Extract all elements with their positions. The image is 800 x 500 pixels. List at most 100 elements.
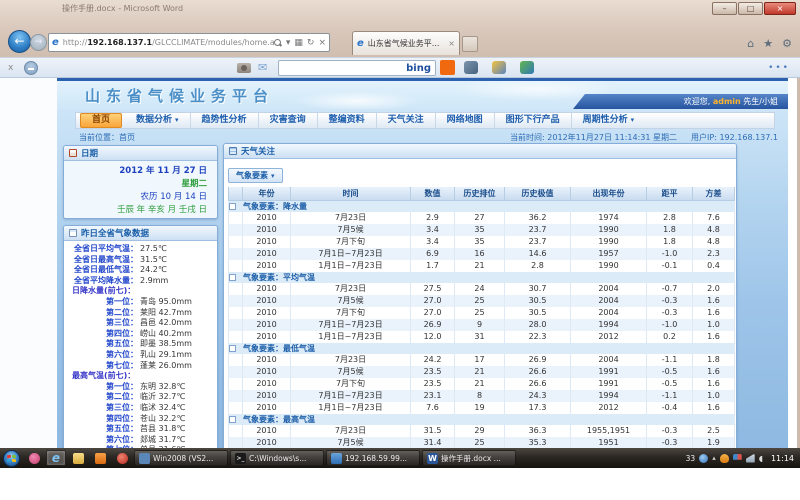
bing-search-box[interactable]: bing [278, 60, 436, 76]
table-cell: -1.0 [647, 248, 693, 260]
search-icon[interactable] [274, 39, 282, 47]
gregorian-date: 2012 年 11 月 27 日 [64, 165, 207, 178]
taskbar-window-word[interactable]: W操作手册.docx ... [422, 450, 516, 466]
new-tab-button[interactable] [462, 36, 478, 52]
taskbar-clock[interactable]: 11:14 [767, 454, 800, 463]
table-row[interactable]: 20101月1日~7月23日1.7212.81990-0.10.4 [229, 260, 735, 272]
table-cell: -0.5 [647, 378, 693, 390]
table-row[interactable]: 20107月23日2.92736.219742.87.6 [229, 212, 735, 224]
table-row[interactable]: 20107月下旬27.02530.52004-0.31.6 [229, 307, 735, 319]
table-cell: 12.0 [411, 331, 455, 343]
stat-label: 全省平均降水量： [64, 276, 138, 287]
table-row[interactable]: 20107月23日27.52430.72004-0.72.0 [229, 283, 735, 295]
checkbox[interactable] [229, 274, 236, 281]
toolbar-highlight-icon[interactable] [492, 61, 506, 74]
stat-value: 31.5℃ [138, 255, 167, 264]
table-cell: 24.2 [411, 354, 455, 366]
taskbar-window-cmd[interactable]: >_C:\Windows\s... [230, 450, 324, 466]
tray-lbl-icon[interactable]: 33 [686, 454, 696, 463]
bing-button[interactable] [440, 60, 455, 75]
search-dropdown-icon[interactable]: ▾ [286, 38, 291, 48]
tray-orange-icon[interactable] [720, 454, 729, 463]
mail-icon[interactable]: ✉ [258, 61, 267, 74]
checkbox[interactable] [229, 416, 236, 423]
table-row[interactable]: 20107月23日31.52936.31955,1951-0.32.5 [229, 425, 735, 437]
nav-item-data-analysis[interactable]: 数据分析▾ [125, 113, 190, 128]
stop-icon[interactable]: × [318, 38, 326, 48]
stat-value: 昌邑 42.0mm [138, 318, 192, 327]
app-orange-icon [95, 453, 106, 464]
checkbox[interactable] [229, 203, 236, 210]
blocked-content-icon[interactable] [24, 61, 38, 75]
toolbar-capture-icon[interactable] [464, 61, 478, 74]
tray-caret-icon[interactable]: ▴ [712, 454, 716, 462]
element-filter-button[interactable]: 气象要素 ▾ [228, 168, 283, 183]
home-icon[interactable]: ⌂ [747, 37, 754, 50]
camera-icon[interactable] [237, 63, 251, 73]
table-row[interactable]: 20107月5候23.52126.61991-0.51.6 [229, 366, 735, 378]
table-group-row: 气象要素：最高气温 [229, 414, 735, 425]
table-group-check-cell [229, 414, 243, 425]
taskbar-icon-app-pink[interactable] [24, 450, 44, 466]
taskbar-icon-media-red[interactable] [112, 450, 132, 466]
table-cell [229, 437, 243, 449]
minimize-button[interactable]: – [712, 2, 737, 15]
table-cell: -0.3 [647, 307, 693, 319]
table-row[interactable]: 20107月5候3.43523.719901.84.8 [229, 224, 735, 236]
tab-close-icon[interactable]: × [448, 39, 455, 48]
table-group-check-cell [229, 272, 243, 283]
nav-item-periodic-analysis[interactable]: 周期性分析▾ [571, 113, 646, 128]
table-cell: 1991 [571, 378, 647, 390]
back-button[interactable]: ← [8, 30, 31, 53]
tray-volume-icon[interactable]: ◖ [759, 454, 763, 463]
table-row[interactable]: 20107月下旬23.52126.61991-0.51.6 [229, 378, 735, 390]
address-bar[interactable]: e http://192.168.137.1/GLCCLIMATE/module… [48, 33, 330, 52]
tray-blue-ball-icon[interactable] [699, 454, 708, 463]
nav-item-trend-analysis[interactable]: 趋势性分析 [190, 113, 258, 128]
table-row[interactable]: 20107月5候31.42535.31951-0.31.9 [229, 437, 735, 449]
favorites-star-icon[interactable]: ★ [763, 37, 773, 50]
tray-flag-icon[interactable] [733, 454, 742, 463]
table-row[interactable]: 20107月1日~7月23日6.91614.61957-1.02.3 [229, 248, 735, 260]
table-header-cell: 出现年份 [571, 187, 647, 200]
taskbar-icon-app-orange[interactable] [90, 450, 110, 466]
table-cell: 16 [455, 248, 505, 260]
nav-item-compiled-data[interactable]: 整编资料 [317, 113, 376, 128]
taskbar-window-rdp[interactable]: 192.168.59.99... [326, 450, 420, 466]
nav-item-home[interactable]: 首页 [80, 113, 122, 128]
table-cell: 26.6 [505, 366, 571, 378]
table-cell: 6.9 [411, 248, 455, 260]
taskbar-window-vm[interactable]: Win2008 (VS2... [134, 450, 228, 466]
toolbar-close-icon[interactable]: x [8, 63, 13, 73]
table-cell: 2010 [243, 236, 291, 248]
table-row[interactable]: 20107月23日24.21726.92004-1.11.8 [229, 354, 735, 366]
table-row[interactable]: 20107月5候27.02530.52004-0.31.6 [229, 295, 735, 307]
compatibility-view-icon[interactable]: ▦ [294, 38, 303, 48]
forward-button[interactable]: → [30, 34, 47, 51]
table-row[interactable]: 20107月下旬3.43523.719901.84.8 [229, 236, 735, 248]
toolbar-overflow-icon[interactable]: ••• [768, 63, 790, 73]
start-button[interactable] [3, 450, 20, 467]
close-button[interactable]: × [764, 2, 796, 15]
site-header: 山东省气候业务平台 欢迎您, admin 先生/小姐 [57, 81, 788, 109]
nav-item-graphic-products[interactable]: 图形下行产品 [494, 113, 571, 128]
table-row[interactable]: 20101月1日~7月23日7.61917.32012-0.41.6 [229, 402, 735, 414]
taskbar-icon-folder[interactable] [68, 450, 88, 466]
taskbar-icon-ie-window[interactable]: e [46, 450, 66, 466]
nav-item-disaster-query[interactable]: 灾害查询 [258, 113, 317, 128]
maximize-button[interactable]: □ [738, 2, 763, 15]
tools-gear-icon[interactable]: ⚙ [782, 37, 792, 50]
nav-item-weather-focus[interactable]: 天气关注 [376, 113, 435, 128]
refresh-icon[interactable]: ↻ [307, 38, 315, 48]
user-ip: 用户IP: 192.168.137.1 [691, 132, 778, 143]
tray-network-icon[interactable] [746, 454, 755, 463]
checkbox[interactable] [229, 345, 236, 352]
table-cell: -1.1 [647, 390, 693, 402]
nav-item-network-map[interactable]: 网络地图 [435, 113, 494, 128]
table-row[interactable]: 20107月1日~7月23日26.9928.01994-1.01.0 [229, 319, 735, 331]
table-row[interactable]: 20101月1日~7月23日12.03122.320120.21.6 [229, 331, 735, 343]
stats-list: 全省日平均气温：27.5℃全省日最高气温：31.5℃全省日最低气温：24.2℃全… [64, 241, 217, 448]
table-row[interactable]: 20107月1日~7月23日23.1824.31994-1.11.0 [229, 390, 735, 402]
toolbar-translate-icon[interactable] [520, 61, 534, 74]
browser-tab[interactable]: e 山东省气候业务平... × [352, 31, 460, 55]
